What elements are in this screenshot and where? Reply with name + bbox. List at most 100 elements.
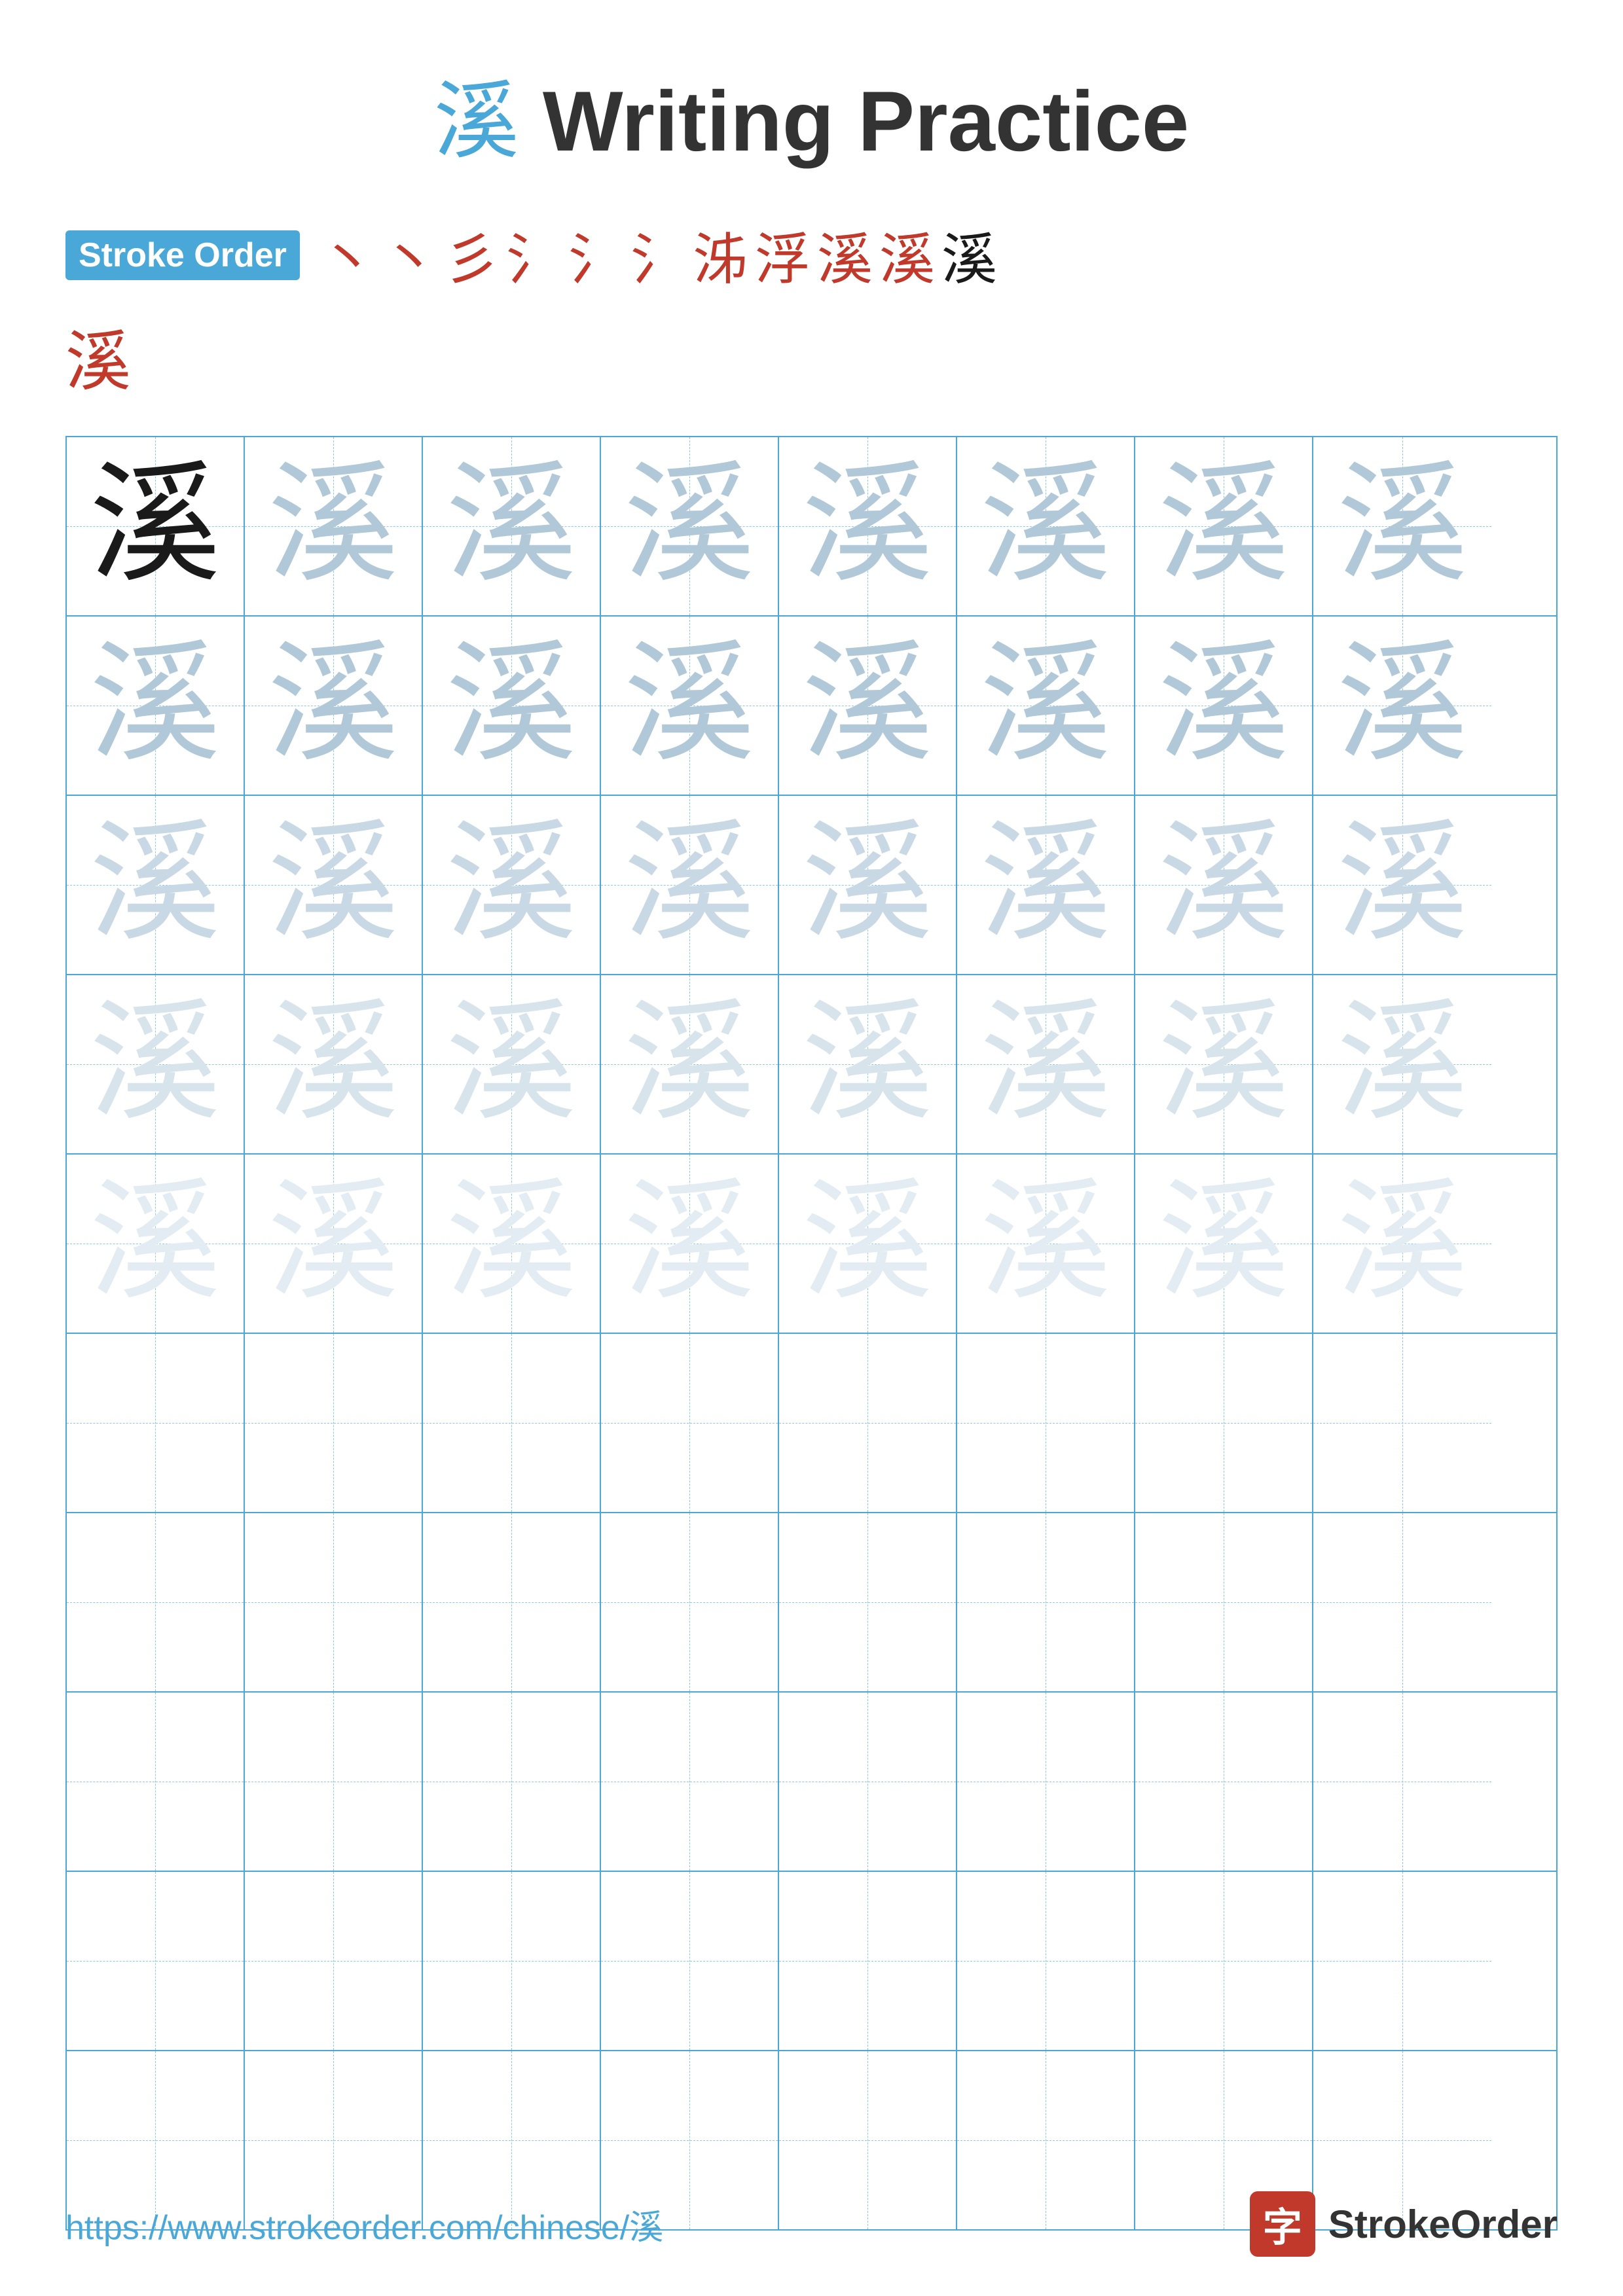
grid-cell [1135,1872,1313,2050]
grid-cell [779,1513,957,1691]
practice-char: 溪 [268,1178,399,1309]
stroke-step-2: 丶 [382,215,437,295]
stroke-step-11: 溪 [941,215,997,295]
grid-cell [779,1872,957,2050]
grid-cell: 溪 [779,1155,957,1333]
grid-row [67,1334,1556,1513]
stroke-step-4: 氵 [506,215,562,295]
practice-char: 溪 [1158,640,1289,771]
practice-char: 溪 [802,999,933,1130]
grid-cell: 溪 [1135,437,1313,615]
stroke-step-10: 溪 [879,215,935,295]
grid-row: 溪 溪 溪 溪 溪 溪 溪 溪 [67,796,1556,975]
grid-cell: 溪 [601,617,779,795]
practice-char: 溪 [1158,999,1289,1130]
grid-cell [67,1693,245,1871]
practice-char: 溪 [1337,640,1468,771]
grid-row: 溪 溪 溪 溪 溪 溪 溪 溪 [67,1155,1556,1334]
practice-char: 溪 [446,819,577,950]
stroke-step-8: 浮 [755,215,811,295]
grid-cell: 溪 [1135,975,1313,1153]
grid-cell: 溪 [423,796,601,974]
grid-cell: 溪 [957,796,1135,974]
grid-cell [957,1513,1135,1691]
grid-cell [957,1872,1135,2050]
grid-cell [779,1693,957,1871]
practice-char: 溪 [802,1178,933,1309]
title-chinese-char: 溪 [434,75,519,170]
practice-char: 溪 [446,461,577,592]
practice-char: 溪 [446,1178,577,1309]
grid-cell: 溪 [245,975,423,1153]
practice-char: 溪 [1158,819,1289,950]
grid-cell [423,1513,601,1691]
grid-cell: 溪 [423,975,601,1153]
practice-char: 溪 [624,819,755,950]
grid-cell: 溪 [1313,796,1491,974]
practice-char: 溪 [802,819,933,950]
stroke-step-1: 丶 [319,215,375,295]
grid-cell: 溪 [957,1155,1135,1333]
stroke-sequence: 丶 丶 彡 氵 氵 氵 泲 浮 溪 溪 溪 [319,215,997,295]
grid-cell: 溪 [245,796,423,974]
grid-cell [67,1513,245,1691]
grid-cell: 溪 [1313,617,1491,795]
practice-char: 溪 [90,640,221,771]
grid-cell [423,1872,601,2050]
grid-cell: 溪 [245,617,423,795]
grid-cell: 溪 [67,1155,245,1333]
grid-cell: 溪 [779,437,957,615]
grid-cell: 溪 [67,437,245,615]
practice-grid: 溪 溪 溪 溪 溪 溪 溪 溪 溪 溪 溪 溪 溪 溪 溪 溪 溪 溪 溪 溪 … [65,436,1558,2231]
grid-cell [601,1872,779,2050]
practice-char: 溪 [446,640,577,771]
page-title: 溪 Writing Practice [0,0,1623,215]
stroke-step-3: 彡 [444,215,500,295]
practice-char: 溪 [624,461,755,592]
practice-char: 溪 [1337,819,1468,950]
practice-char: 溪 [90,999,221,1130]
grid-cell: 溪 [1313,437,1491,615]
grid-cell: 溪 [67,617,245,795]
grid-cell [423,1693,601,1871]
grid-row: 溪 溪 溪 溪 溪 溪 溪 溪 [67,437,1556,617]
grid-cell [1135,1693,1313,1871]
grid-cell: 溪 [601,796,779,974]
stroke-order-badge: Stroke Order [65,230,300,280]
grid-cell: 溪 [779,796,957,974]
grid-cell: 溪 [601,1155,779,1333]
practice-char: 溪 [268,819,399,950]
logo-text: StrokeOrder [1328,2202,1558,2247]
grid-cell: 溪 [1313,1155,1491,1333]
grid-cell [1135,1334,1313,1512]
footer: https://www.strokeorder.com/chinese/溪 字 … [0,2191,1623,2257]
practice-char: 溪 [1158,461,1289,592]
stroke-step-5: 氵 [568,215,624,295]
stroke-step-7: 泲 [693,215,748,295]
grid-cell [1313,1872,1491,2050]
practice-char: 溪 [980,999,1111,1130]
practice-char: 溪 [268,640,399,771]
practice-char: 溪 [624,999,755,1130]
grid-cell [1135,1513,1313,1691]
grid-cell: 溪 [67,796,245,974]
practice-char: 溪 [268,461,399,592]
grid-cell: 溪 [423,437,601,615]
logo-char: 字 [1263,2196,1302,2253]
grid-cell [67,1872,245,2050]
stroke-step-6: 氵 [630,215,686,295]
title-english-text: Writing Practice [519,73,1189,169]
grid-cell [957,1693,1135,1871]
footer-url[interactable]: https://www.strokeorder.com/chinese/溪 [65,2200,663,2249]
grid-cell [601,1334,779,1512]
stroke-order-section: Stroke Order 丶 丶 彡 氵 氵 氵 泲 浮 溪 溪 溪 [0,215,1623,295]
grid-cell: 溪 [601,975,779,1153]
grid-cell: 溪 [245,1155,423,1333]
grid-row [67,1693,1556,1872]
practice-char: 溪 [90,1178,221,1309]
grid-cell [67,1334,245,1512]
grid-cell [245,1513,423,1691]
grid-cell: 溪 [1313,975,1491,1153]
grid-cell [245,1693,423,1871]
footer-logo: 字 StrokeOrder [1250,2191,1558,2257]
